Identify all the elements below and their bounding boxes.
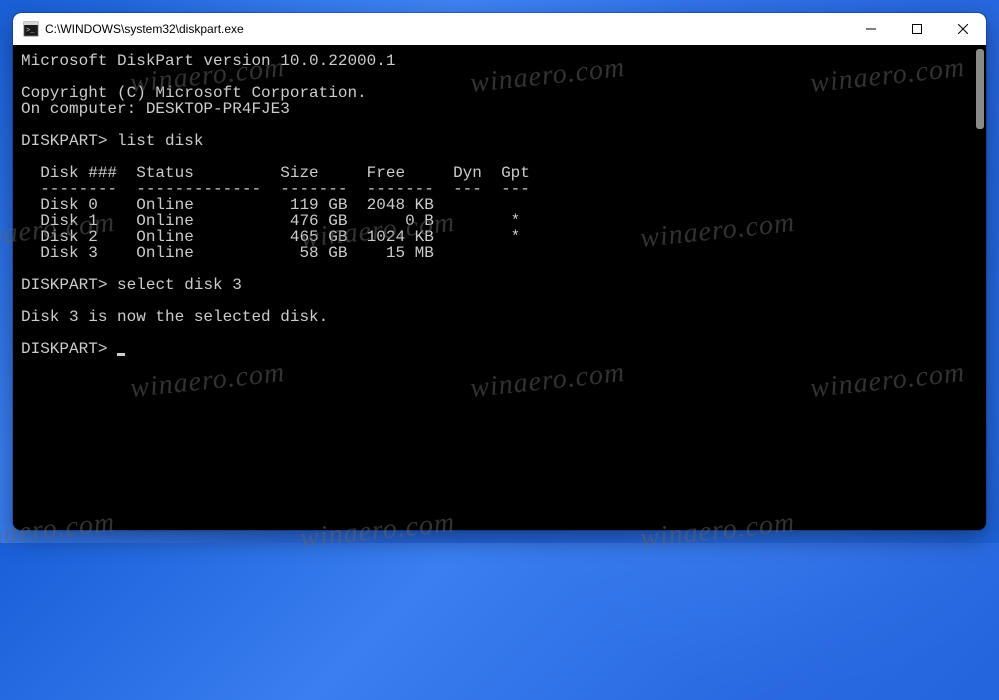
app-icon: >_: [23, 21, 39, 37]
maximize-button[interactable]: [894, 13, 940, 45]
scrollbar-thumb[interactable]: [976, 49, 984, 129]
prompt: DISKPART>: [21, 132, 107, 150]
command-list-disk: list disk: [117, 132, 203, 150]
window-controls: [848, 13, 986, 45]
version-line: Microsoft DiskPart version 10.0.22000.1: [21, 52, 395, 70]
table-row: Disk 3 Online 58 GB 15 MB: [21, 244, 434, 262]
computer-line: On computer: DESKTOP-PR4FJE3: [21, 100, 290, 118]
window-title: C:\WINDOWS\system32\diskpart.exe: [45, 22, 848, 36]
cursor: [117, 353, 125, 356]
result-line: Disk 3 is now the selected disk.: [21, 308, 328, 326]
svg-text:>_: >_: [26, 27, 35, 35]
terminal-output: Microsoft DiskPart version 10.0.22000.1 …: [21, 53, 986, 357]
console-window: >_ C:\WINDOWS\system32\diskpart.exe Micr…: [13, 13, 986, 530]
command-select-disk: select disk 3: [117, 276, 242, 294]
titlebar[interactable]: >_ C:\WINDOWS\system32\diskpart.exe: [13, 13, 986, 45]
terminal-area[interactable]: Microsoft DiskPart version 10.0.22000.1 …: [13, 45, 986, 530]
minimize-button[interactable]: [848, 13, 894, 45]
prompt: DISKPART>: [21, 276, 107, 294]
close-button[interactable]: [940, 13, 986, 45]
prompt: DISKPART>: [21, 340, 107, 358]
